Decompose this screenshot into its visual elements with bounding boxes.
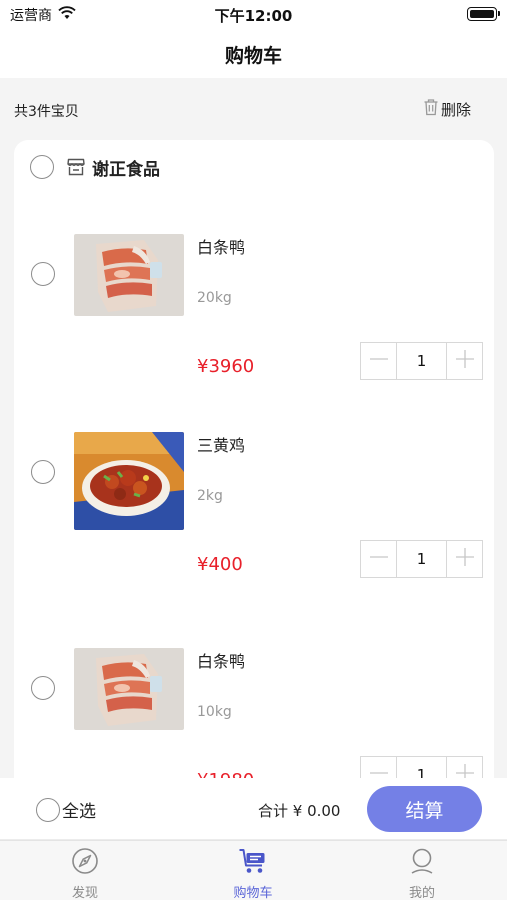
select-all-toggle[interactable]: 全选	[36, 797, 96, 822]
tab-cart[interactable]: 购物车	[193, 847, 313, 900]
quantity-value[interactable]: 1	[397, 343, 446, 379]
delete-label: 删除	[440, 100, 471, 119]
cart-summary-row: 共3件宝贝 删除	[0, 78, 507, 140]
tab-discover[interactable]: 发现	[25, 847, 145, 900]
tab-label: 购物车	[233, 886, 273, 900]
product-image[interactable]	[74, 432, 184, 530]
item-select-radio[interactable]	[31, 460, 55, 484]
minus-icon	[369, 349, 389, 373]
trash-icon	[423, 98, 441, 120]
product-spec: 20kg	[197, 290, 232, 306]
battery-icon	[467, 7, 500, 21]
product-image[interactable]	[74, 648, 184, 730]
product-name[interactable]: 白条鸭	[197, 234, 245, 258]
tab-bar: 发现 购物车 我的	[0, 840, 507, 900]
minus-icon	[369, 547, 389, 571]
increase-quantity-button[interactable]	[446, 541, 482, 577]
decrease-quantity-button[interactable]	[361, 541, 397, 577]
plus-icon	[455, 349, 475, 373]
item-select-radio[interactable]	[31, 262, 55, 286]
store-icon	[66, 157, 86, 177]
tab-label: 我的	[408, 886, 435, 900]
increase-quantity-button[interactable]	[446, 343, 482, 379]
status-time: 下午12:00	[214, 7, 293, 25]
total-amount: 合计 ¥ 0.00	[258, 802, 341, 820]
compass-icon	[71, 847, 99, 879]
product-price: ¥3960	[197, 356, 255, 377]
delete-button[interactable]: 删除	[423, 98, 471, 120]
product-name[interactable]: 三黄鸡	[197, 432, 245, 456]
cart-item: 三黄鸡 2kg ¥400 1	[14, 432, 494, 592]
nav-bar: 购物车	[0, 30, 507, 78]
select-all-label: 全选	[62, 802, 96, 822]
checkout-button[interactable]: 结算	[367, 786, 482, 832]
product-spec: 2kg	[197, 488, 223, 504]
store-name: 谢正食品	[92, 159, 160, 180]
tab-label: 发现	[71, 886, 98, 900]
product-spec: 10kg	[197, 704, 232, 720]
quantity-value[interactable]: 1	[397, 541, 446, 577]
store-header: 谢正食品	[30, 154, 160, 180]
product-name[interactable]: 白条鸭	[197, 648, 245, 672]
item-select-radio[interactable]	[31, 676, 55, 700]
cart-item: 白条鸭 20kg ¥3960 1	[14, 234, 494, 394]
quantity-stepper: 1	[360, 342, 483, 380]
user-icon	[408, 847, 436, 879]
store-select-radio[interactable]	[30, 155, 54, 179]
product-image[interactable]	[74, 234, 184, 316]
status-bar: 运营商 下午12:00	[0, 0, 507, 30]
product-price: ¥400	[197, 554, 243, 575]
plus-icon	[455, 547, 475, 571]
decrease-quantity-button[interactable]	[361, 343, 397, 379]
cart-icon	[238, 847, 268, 879]
select-all-radio[interactable]	[36, 797, 60, 822]
checkout-bar: 全选 合计 ¥ 0.00 结算	[0, 778, 507, 840]
item-count-label: 共3件宝贝	[14, 104, 79, 120]
tab-profile[interactable]: 我的	[362, 847, 482, 900]
page-title: 购物车	[224, 45, 282, 67]
store-card: 谢正食品 白条鸭 20kg ¥3960 1 三黄鸡 2kg ¥400 1 白条鸭…	[14, 140, 494, 800]
quantity-stepper: 1	[360, 540, 483, 578]
